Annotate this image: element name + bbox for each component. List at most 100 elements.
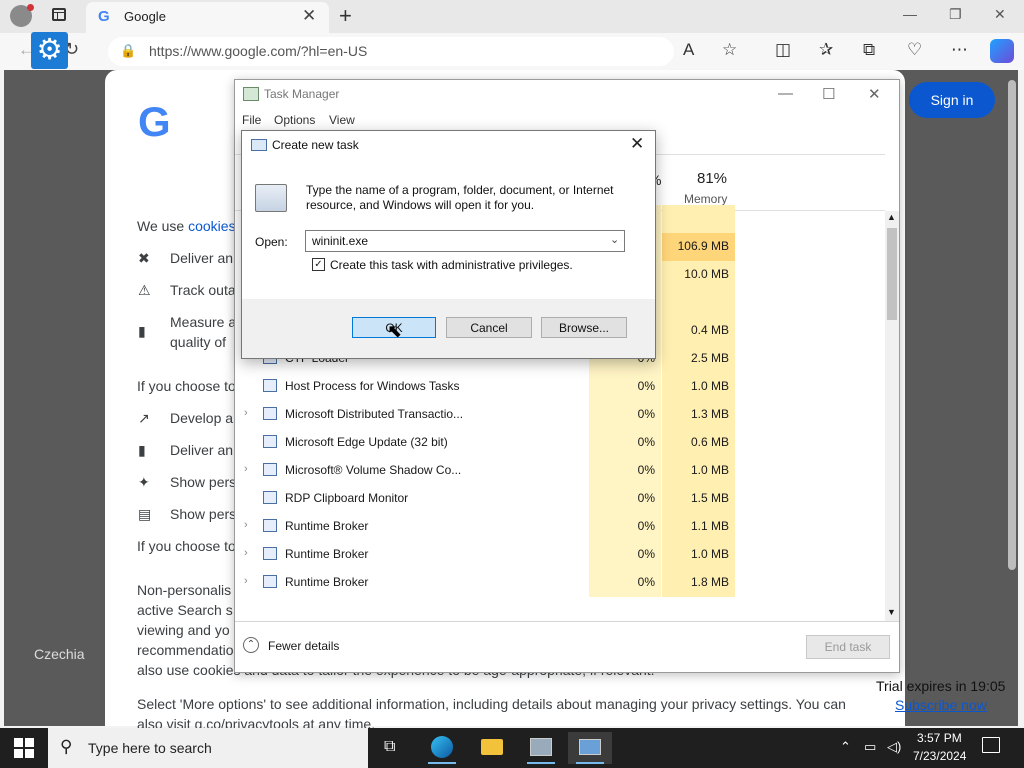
- process-name: Microsoft Edge Update (32 bit): [285, 435, 448, 449]
- scroll-up-icon[interactable]: ▲: [887, 212, 896, 222]
- settings-gear-icon[interactable]: ⚙: [31, 32, 68, 69]
- process-row[interactable]: › Runtime Broker 0% 1.8 MB: [235, 569, 885, 597]
- network-icon[interactable]: ▭: [864, 739, 876, 755]
- open-input-value[interactable]: wininit.exe: [312, 234, 368, 248]
- run-program-icon: [255, 184, 287, 212]
- memory-percent[interactable]: 81%: [697, 170, 727, 187]
- dialog-titlebar[interactable]: Create new task ✕: [242, 131, 655, 159]
- task-view-icon[interactable]: ⧉: [370, 732, 414, 764]
- process-row[interactable]: › Microsoft® Volume Shadow Co... 0% 1.0 MB: [235, 457, 885, 485]
- scroll-down-icon[interactable]: ▼: [887, 607, 896, 617]
- tab-actions-icon[interactable]: [52, 8, 66, 21]
- google-logo: G: [138, 98, 171, 145]
- browser-minimize-button[interactable]: —: [903, 6, 917, 22]
- new-tab-icon[interactable]: +: [339, 3, 352, 29]
- admin-privileges-label[interactable]: Create this task with administrative pri…: [330, 258, 573, 272]
- task-manager-menubar: File Options View: [235, 110, 899, 130]
- task-manager-icon[interactable]: [519, 732, 563, 764]
- process-name: Microsoft® Volume Shadow Co...: [285, 463, 462, 477]
- tm-minimize-button[interactable]: —: [778, 85, 793, 102]
- lock-icon[interactable]: 🔒: [120, 43, 136, 59]
- process-memory: 1.5 MB: [662, 485, 735, 513]
- create-new-task-dialog: Create new task ✕ Type the name of a pro…: [241, 130, 656, 359]
- browser-tab[interactable]: G Google ✕: [86, 2, 329, 33]
- browse-button[interactable]: Browse...: [541, 317, 627, 338]
- open-label: Open:: [255, 235, 288, 249]
- process-row[interactable]: Microsoft Edge Update (32 bit) 0% 0.6 MB: [235, 429, 885, 457]
- split-screen-icon[interactable]: ◫: [775, 40, 791, 60]
- expand-chevron-icon[interactable]: ›: [244, 519, 248, 531]
- volume-icon[interactable]: ◁): [887, 739, 901, 755]
- clock-date[interactable]: 7/23/2024: [913, 749, 966, 763]
- open-combobox[interactable]: wininit.exe ⌄: [305, 230, 625, 252]
- process-row[interactable]: › Microsoft Distributed Transactio... 0% 1.…: [235, 401, 885, 429]
- menu-file[interactable]: File: [242, 113, 261, 127]
- cookies-link[interactable]: cookies: [188, 218, 235, 234]
- address-bar[interactable]: 🔒 https://www.google.com/?hl=en-US: [108, 37, 674, 66]
- page-scrollbar[interactable]: [1008, 80, 1016, 570]
- process-icon: [263, 575, 277, 588]
- process-icon: [263, 407, 277, 420]
- expand-chevron-icon[interactable]: ›: [244, 547, 248, 559]
- consent-item: Show pers: [170, 474, 237, 490]
- process-row[interactable]: Host Process for Windows Tasks 0% 1.0 MB: [235, 373, 885, 401]
- dialog-close-icon[interactable]: ✕: [630, 134, 644, 154]
- clock-time[interactable]: 3:57 PM: [917, 731, 962, 745]
- expand-chevron-icon[interactable]: ›: [244, 575, 248, 587]
- tm-close-button[interactable]: ✕: [868, 85, 881, 103]
- consent-item: quality of: [170, 334, 227, 350]
- url-text[interactable]: https://www.google.com/?hl=en-US: [149, 43, 367, 59]
- mouse-cursor-icon: ⬉: [387, 321, 403, 341]
- edge-icon[interactable]: [420, 732, 464, 764]
- consent-line-intro: We use cookies: [137, 218, 236, 234]
- favorite-icon[interactable]: ☆: [722, 40, 737, 60]
- tab-close-icon[interactable]: ✕: [302, 6, 316, 26]
- browser-restore-button[interactable]: ❐: [949, 6, 962, 23]
- search-placeholder[interactable]: Type here to search: [88, 740, 212, 756]
- run-dialog-icon[interactable]: [568, 732, 612, 764]
- subscribe-link[interactable]: Subscribe now: [895, 697, 987, 713]
- taskbar-search[interactable]: ⚲ Type here to search: [48, 728, 368, 768]
- copilot-icon[interactable]: [990, 39, 1014, 63]
- file-explorer-icon[interactable]: [470, 732, 514, 764]
- cancel-button[interactable]: Cancel: [446, 317, 532, 338]
- browser-essentials-icon[interactable]: ♡: [907, 40, 922, 60]
- trial-notice: Trial expires in 19:05: [876, 678, 1006, 694]
- process-name: Microsoft Distributed Transactio...: [285, 407, 464, 421]
- windows-start-icon[interactable]: [14, 738, 34, 758]
- process-name: RDP Clipboard Monitor: [285, 491, 409, 505]
- region-label: Czechia: [34, 646, 85, 662]
- end-task-button[interactable]: End task: [806, 635, 890, 659]
- favorites-icon[interactable]: ✰: [819, 40, 833, 60]
- process-row[interactable]: › Runtime Broker 0% 1.0 MB: [235, 541, 885, 569]
- browser-close-button[interactable]: ✕: [994, 6, 1006, 23]
- notification-icon[interactable]: [982, 737, 1000, 753]
- memory-column-header[interactable]: Memory: [684, 192, 727, 206]
- menu-view[interactable]: View: [329, 113, 355, 127]
- ad-icon: ▤: [138, 506, 152, 522]
- expand-chevron-icon[interactable]: ›: [244, 407, 248, 419]
- chevron-up-icon[interactable]: ⌃: [243, 637, 259, 653]
- task-manager-titlebar[interactable]: Task Manager — ☐ ✕: [235, 80, 899, 108]
- menu-options[interactable]: Options: [274, 113, 315, 127]
- chevron-up-icon[interactable]: ⌃: [840, 739, 851, 755]
- collections-icon[interactable]: ⧉: [863, 40, 875, 60]
- run-icon: [251, 139, 267, 151]
- fewer-details-button[interactable]: Fewer details: [268, 639, 339, 653]
- sign-in-button[interactable]: Sign in: [909, 82, 995, 118]
- tm-maximize-button[interactable]: ☐: [822, 85, 835, 103]
- google-favicon-icon: G: [98, 8, 110, 25]
- process-memory: 106.9 MB: [662, 233, 735, 261]
- chevron-down-icon[interactable]: ⌄: [610, 233, 619, 246]
- process-row[interactable]: RDP Clipboard Monitor 0% 1.5 MB: [235, 485, 885, 513]
- read-aloud-icon[interactable]: A: [683, 40, 694, 60]
- expand-chevron-icon[interactable]: ›: [244, 463, 248, 475]
- consent-item: Deliver an: [170, 250, 234, 266]
- scrollbar-thumb[interactable]: [887, 228, 897, 320]
- dialog-body: Type the name of a program, folder, docu…: [242, 159, 655, 299]
- process-row[interactable]: › Runtime Broker 0% 1.1 MB: [235, 513, 885, 541]
- admin-privileges-checkbox[interactable]: ✓: [312, 258, 325, 271]
- process-icon: [263, 379, 277, 392]
- process-cpu: 0%: [589, 457, 661, 485]
- more-icon[interactable]: ⋯: [951, 40, 968, 60]
